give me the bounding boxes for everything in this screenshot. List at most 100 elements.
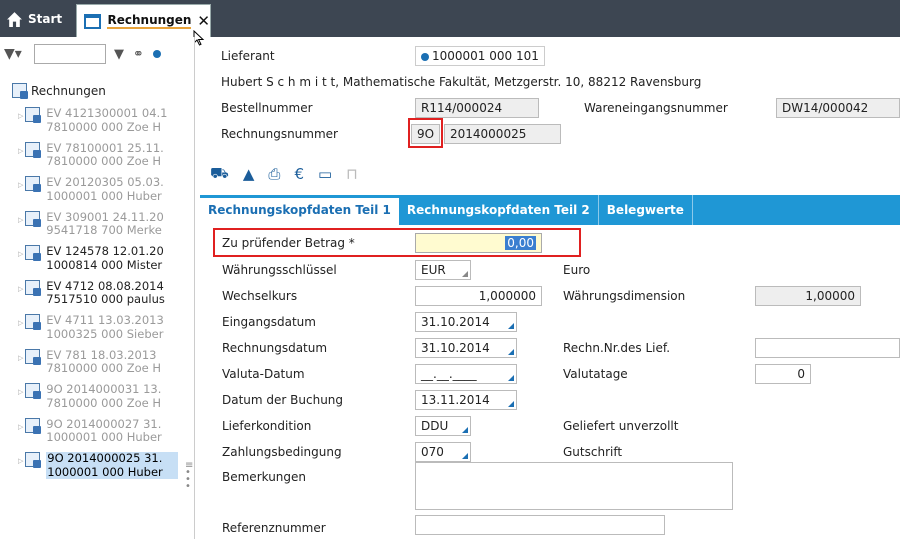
euro-icon[interactable]: € xyxy=(294,165,304,183)
list-item-text: EV 4712 08.08.2014 7517510 000 paulus xyxy=(46,280,178,307)
rdatum-date[interactable]: 31.10.2014 xyxy=(415,338,517,358)
list-item-line1: EV 781 18.03.2013 xyxy=(46,348,157,362)
list-item[interactable]: ▷ EV 309001 24.11.20 9541718 700 Merke xyxy=(18,210,178,246)
lock-icon[interactable]: ⊓ xyxy=(346,165,358,183)
list-item-line2: 1000325 000 Sieber xyxy=(46,326,164,341)
printer-icon[interactable]: ⎙ xyxy=(268,165,280,183)
list-item-line1: EV 4712 08.08.2014 xyxy=(46,279,164,293)
home-icon xyxy=(7,11,22,27)
zahlung-select[interactable]: 070 xyxy=(415,442,471,462)
waehrung-select[interactable]: EUR xyxy=(415,260,471,280)
list-item[interactable]: ▷ EV 781 18.03.2013 7810000 000 Zoe H xyxy=(18,348,178,384)
list-item-line1: EV 4121300001 04.1 xyxy=(46,107,168,120)
rnr-lief-input[interactable] xyxy=(755,338,900,358)
list-item-line1: EV 78100001 25.11. xyxy=(46,141,164,155)
list-item-line2: 1000001 000 Huber xyxy=(46,430,162,444)
wareneingang-label: Wareneingangsnummer xyxy=(584,101,728,115)
main-panel: Lieferant 1000001 000 101 Hubert S c h m… xyxy=(196,37,900,539)
list-item-text: 9O 2014000027 31. 1000001 000 Huber xyxy=(46,418,178,445)
list-item[interactable]: ▷ 9O 2014000031 13. 7810000 000 Zoe H xyxy=(18,383,178,418)
bemerkungen-label: Bemerkungen xyxy=(222,470,307,484)
invoice-icon xyxy=(25,176,42,192)
invoice-icon xyxy=(25,314,42,330)
lieferkond-label: Lieferkondition xyxy=(222,419,312,433)
expand-arrow-icon[interactable]: ▷ xyxy=(18,285,25,293)
waehrung-label: Währungsschlüssel xyxy=(222,263,337,277)
tree-root-label: Rechnungen xyxy=(31,83,106,98)
expand-arrow-icon[interactable]: ▷ xyxy=(18,250,25,258)
list-item[interactable]: ▷ EV 4711 13.03.2013 1000325 000 Sieber xyxy=(18,314,178,349)
tab-kopfdaten-2[interactable]: Rechnungskopfdaten Teil 2 xyxy=(399,195,599,225)
list-item-line1: 9O 2014000027 31. xyxy=(46,417,162,431)
list-item[interactable]: ▷ EV 124578 12.01.20 1000814 000 Mister xyxy=(18,245,178,280)
invoice-icon xyxy=(25,348,42,365)
tab-start[interactable]: Start xyxy=(6,7,62,31)
list-item-text: EV 78100001 25.11. 7810000 000 Zoe H xyxy=(46,142,178,169)
list-item-line2: 7810000 000 Zoe H xyxy=(46,395,162,410)
eingang-date[interactable]: 31.10.2014 xyxy=(415,312,517,332)
zahlung-text: Gutschrift xyxy=(563,445,623,459)
expand-arrow-icon[interactable]: ▷ xyxy=(18,216,25,224)
valuta-date[interactable]: __.__.____ xyxy=(415,364,517,384)
list-item[interactable]: ▷ EV 78100001 25.11. 7810000 000 Zoe H xyxy=(18,141,178,177)
list-item[interactable]: ▷ EV 4121300001 04.1 7810000 000 Zoe H xyxy=(18,107,178,142)
invoice-icon xyxy=(25,245,42,261)
expand-arrow-icon[interactable]: ▷ xyxy=(18,423,25,431)
funnel-icon[interactable]: ▼ xyxy=(114,47,124,62)
tree-root[interactable]: Rechnungen xyxy=(12,83,106,99)
bestellnummer-field[interactable]: R114/000024 xyxy=(415,98,539,118)
lieferkond-select[interactable]: DDU xyxy=(415,416,471,436)
referenz-label: Referenznummer xyxy=(222,521,326,535)
rechnungsnummer-label: Rechnungsnummer xyxy=(221,127,338,141)
filter-input[interactable] xyxy=(34,44,106,64)
tab-rechnungen[interactable]: Rechnungen ✕ xyxy=(76,4,211,37)
expand-arrow-icon[interactable]: ▷ xyxy=(18,457,25,465)
filter-dropdown-icon[interactable]: ▼▾ xyxy=(4,46,34,62)
expand-arrow-icon[interactable]: ▷ xyxy=(18,354,25,362)
tab-kopfdaten-1[interactable]: Rechnungskopfdaten Teil 1 xyxy=(200,198,399,225)
tab-belegwerte[interactable]: Belegwerte xyxy=(599,195,693,225)
tab-bar: Start Rechnungen ✕ xyxy=(0,0,900,46)
list-item[interactable]: ▷ 9O 2014000027 31. 1000001 000 Huber xyxy=(18,417,178,453)
zahlung-label: Zahlungsbedingung xyxy=(222,445,342,459)
truck-icon[interactable]: ⛟ xyxy=(210,164,229,184)
rechnungsnummer-field[interactable]: 2014000025 xyxy=(444,124,561,144)
expand-arrow-icon[interactable]: ▷ xyxy=(18,112,25,120)
info-icon xyxy=(421,52,429,61)
close-icon[interactable]: ✕ xyxy=(197,12,210,30)
betrag-input[interactable]: 0,00 xyxy=(415,233,542,253)
expand-arrow-icon[interactable]: ▷ xyxy=(18,388,25,396)
expand-arrow-icon[interactable]: ▷ xyxy=(18,319,25,327)
list-item[interactable]: ▷ EV 4712 08.08.2014 7517510 000 paulus xyxy=(18,279,178,315)
valutatage-input[interactable]: 0 xyxy=(755,364,811,384)
invoice-icon xyxy=(25,279,42,296)
rnr-lief-label: Rechn.Nr.des Lief. xyxy=(563,341,671,355)
tab-rechnungen-label: Rechnungen xyxy=(107,13,192,29)
highlight-rechnungsnummer xyxy=(408,118,443,148)
shopping-bag-icon[interactable]: ▲ xyxy=(243,165,255,183)
resize-grip-icon[interactable]: ≡ • • • xyxy=(185,461,193,492)
invoice-icon xyxy=(25,417,42,434)
binoculars-icon[interactable]: ⚭ xyxy=(133,47,144,62)
invoice-icon xyxy=(12,83,28,99)
list-item-line2: 1000814 000 Mister xyxy=(46,257,163,272)
list-item-text: EV 309001 24.11.20 9541718 700 Merke xyxy=(46,211,178,238)
expand-arrow-icon[interactable]: ▷ xyxy=(18,147,25,155)
list-item-line2: 7810000 000 Zoe H xyxy=(46,361,162,375)
list-item[interactable]: ▷ EV 20120305 05.03. 1000001 000 Huber xyxy=(18,176,178,211)
list-item[interactable]: ▷ 9O 2014000025 31. 1000001 000 Huber xyxy=(18,452,178,487)
eingang-label: Eingangsdatum xyxy=(222,315,316,329)
card-icon[interactable]: ▭ xyxy=(318,165,332,183)
wareneingang-field[interactable]: DW14/000042 xyxy=(776,98,900,118)
list-item-text: EV 4121300001 04.1 7810000 000 Zoe H xyxy=(46,107,178,134)
list-item-line1: EV 4711 13.03.2013 xyxy=(46,314,164,327)
referenz-input[interactable] xyxy=(415,515,665,535)
kurs-input[interactable]: 1,000000 xyxy=(415,286,542,306)
lieferant-field[interactable]: 1000001 000 101 xyxy=(415,46,545,66)
status-dot-icon[interactable] xyxy=(152,50,161,58)
expand-arrow-icon[interactable]: ▷ xyxy=(18,181,25,189)
buchung-date[interactable]: 13.11.2014 xyxy=(415,390,517,410)
list-item-line2: 7517510 000 paulus xyxy=(46,292,165,306)
dimension-field[interactable]: 1,00000 xyxy=(755,286,861,306)
bemerkungen-textarea[interactable] xyxy=(415,462,733,510)
